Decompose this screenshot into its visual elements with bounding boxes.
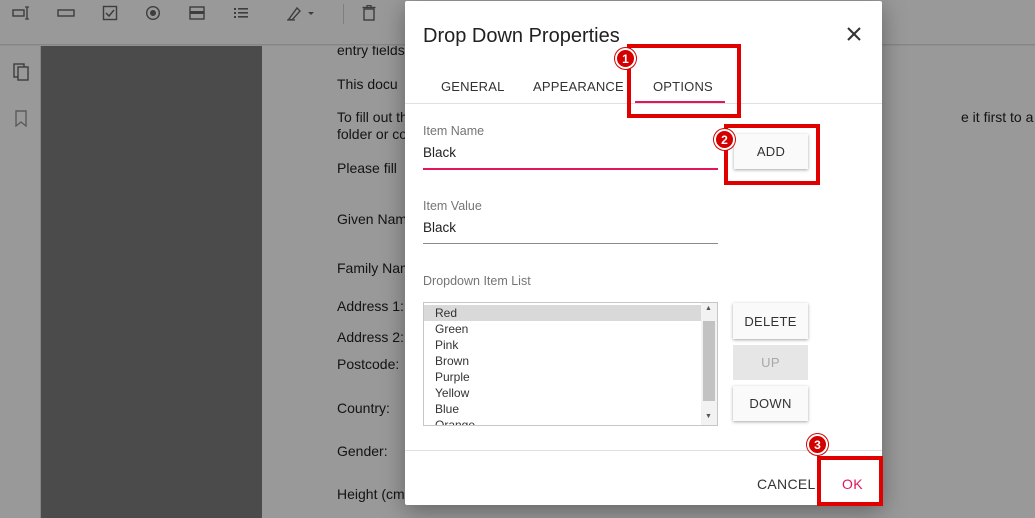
- options-tab-highlight: [627, 44, 741, 118]
- scrollbar-thumb[interactable]: [703, 321, 715, 401]
- list-item-green[interactable]: Green: [424, 321, 702, 337]
- dropdown-item-list-label: Dropdown Item List: [423, 274, 531, 288]
- list-item-pink[interactable]: Pink: [424, 337, 702, 353]
- step-badge-1: 1: [615, 48, 636, 69]
- item-name-input[interactable]: [423, 145, 718, 168]
- item-value-input[interactable]: [423, 220, 718, 243]
- delete-button[interactable]: DELETE: [733, 303, 808, 339]
- dropdown-item-listbox[interactable]: Red Green Pink Brown Purple Yellow Blue …: [423, 302, 718, 426]
- tab-appearance[interactable]: APPEARANCE: [533, 79, 624, 94]
- list-item-red[interactable]: Red: [424, 305, 702, 321]
- cancel-button[interactable]: CANCEL: [757, 476, 816, 492]
- scroll-up-arrow-icon[interactable]: ▲: [705, 305, 712, 312]
- list-item-orange[interactable]: Orange: [424, 417, 702, 425]
- down-button[interactable]: DOWN: [733, 386, 808, 421]
- item-name-label: Item Name: [423, 124, 485, 138]
- item-value-label: Item Value: [423, 199, 482, 213]
- tab-general[interactable]: GENERAL: [441, 79, 505, 94]
- list-item-purple[interactable]: Purple: [424, 369, 702, 385]
- dialog-title: Drop Down Properties: [423, 25, 620, 47]
- step-badge-3: 3: [807, 434, 828, 455]
- up-button[interactable]: UP: [733, 345, 808, 380]
- step-badge-2: 2: [714, 129, 735, 150]
- list-item-blue[interactable]: Blue: [424, 401, 702, 417]
- item-name-underline: [423, 168, 718, 170]
- scroll-down-arrow-icon[interactable]: ▼: [705, 413, 712, 420]
- ok-button-highlight: [817, 456, 883, 506]
- close-icon[interactable]: [845, 25, 863, 43]
- add-button-highlight: [724, 124, 820, 185]
- listbox-scrollbar[interactable]: ▲ ▼: [701, 303, 717, 425]
- item-value-underline: [423, 243, 718, 244]
- list-item-yellow[interactable]: Yellow: [424, 385, 702, 401]
- list-item-brown[interactable]: Brown: [424, 353, 702, 369]
